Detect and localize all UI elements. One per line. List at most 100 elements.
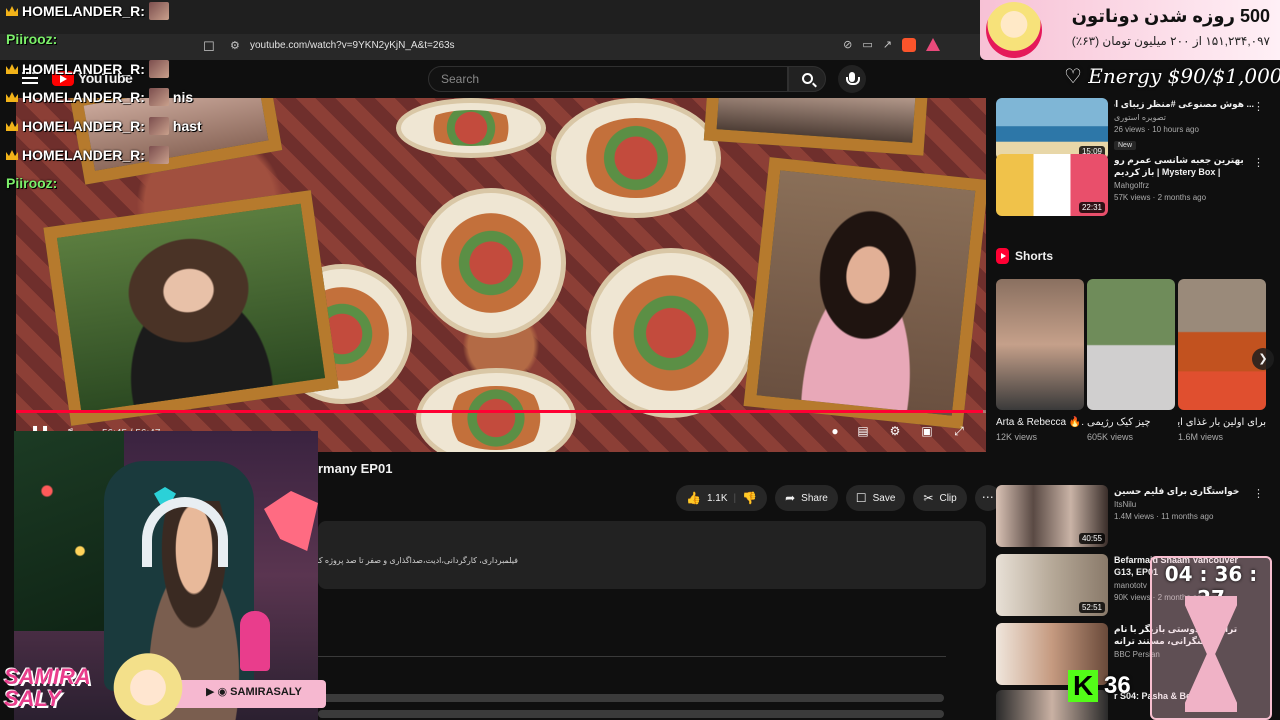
recommendation-item[interactable]: 22:31 بهترین جعبه شانسی عمرم رو باز کردی…	[996, 154, 1280, 216]
chat-username: Piirooz:	[6, 31, 58, 47]
short-thumbnail[interactable]	[1087, 279, 1175, 410]
shorts-label: Shorts	[1015, 249, 1054, 263]
rec-title[interactable]: ... هوش مصنوعی #منظر زیبای ابری ماازی	[1114, 98, 1254, 110]
emote-icon	[148, 88, 169, 106]
crown-icon	[6, 64, 18, 74]
kick-logo-icon	[1068, 670, 1098, 702]
rec-title[interactable]: خواستگاری برای فلیم حسین	[1114, 485, 1254, 497]
duration-badge: 52:51	[1078, 602, 1105, 613]
rewards-icon[interactable]	[926, 38, 940, 51]
save-button[interactable]: ☐ Save	[845, 485, 906, 511]
short-meta[interactable]: چیز کیک رژیمی 605K views	[1087, 416, 1175, 442]
share-label: Share	[801, 492, 828, 504]
chat-message: HOMELANDER_R: hast	[6, 117, 202, 135]
chat-message: Piirooz:	[6, 175, 61, 191]
autoplay-toggle-icon[interactable]: ●	[826, 424, 844, 442]
energy-goal-text: ♡ Energy $90/$1,000	[1064, 64, 1280, 88]
recommendation-item[interactable]: 15:09 ... هوش مصنوعی #منظر زیبای ابری ما…	[996, 98, 1280, 160]
short-thumbnail[interactable]	[1178, 279, 1266, 410]
like-count: 1.1K	[706, 492, 728, 504]
shorts-icon	[996, 248, 1009, 264]
scissors-icon: ✂	[923, 491, 934, 505]
divider	[318, 656, 946, 657]
stream-chat-overlay: HOMELANDER_R: Piirooz: HOMELANDER_R: HOMELA…	[0, 0, 240, 195]
rec-channel[interactable]: ItsNilu	[1114, 500, 1254, 509]
short-views: 12K views	[996, 432, 1038, 442]
duration-badge: 40:55	[1078, 533, 1105, 544]
video-thumbnail[interactable]: 22:31	[996, 154, 1108, 216]
decor-shape	[264, 491, 318, 551]
captions-icon[interactable]: ▤	[854, 424, 872, 442]
thumbs-down-icon[interactable]: 👎	[742, 491, 757, 505]
rec-channel[interactable]: Mahgolfrz	[1114, 181, 1254, 190]
kebab-menu-icon[interactable]: ⋮	[1253, 156, 1264, 169]
donation-goal-widget: 500 روزه شدن دوناتون ۱۵۱,۲۳۴,۰۹۷ از ۲۰۰ …	[980, 0, 1280, 60]
more-horizontal-icon: ⋯	[981, 490, 994, 504]
portrait-frame-right	[743, 157, 986, 429]
short-title[interactable]: برای اولین بار غذای ایرانی ...	[1178, 416, 1266, 429]
search-input[interactable]	[429, 67, 787, 91]
progress-fill	[16, 410, 984, 413]
brave-shield-icon[interactable]	[902, 38, 916, 52]
new-badge: New	[1114, 141, 1137, 150]
bookmark-save-icon: ☐	[855, 491, 867, 505]
video-thumbnail[interactable]: 15:09	[996, 98, 1108, 160]
short-thumbnail[interactable]	[996, 279, 1084, 410]
cast-icon[interactable]: ▭	[862, 38, 872, 52]
video-title: rmany EP01	[318, 461, 393, 476]
like-dislike-button[interactable]: 👍 1.1K | 👎	[676, 485, 768, 511]
chevron-right-icon[interactable]: ❯	[1252, 348, 1274, 370]
video-thumbnail[interactable]: 52:51	[996, 554, 1108, 616]
address-bar-icons: ⊘ ▭ ↗	[843, 38, 940, 52]
thumbs-up-icon: 👍	[686, 491, 701, 505]
rec-title[interactable]: بهترین جعبه شانسی عمرم رو باز کردیم | My…	[1114, 154, 1254, 178]
chat-username: HOMELANDER_R:	[22, 61, 145, 77]
chat-message: Piirooz:	[6, 31, 61, 47]
streamer-logo-text: SAMIRA SALY	[4, 666, 91, 710]
progress-bar[interactable]	[16, 410, 986, 413]
save-label: Save	[872, 492, 896, 504]
streamer-name-line1: SAMIRA	[4, 664, 91, 689]
share-button[interactable]: ➦ Share	[775, 485, 838, 511]
chat-username: HOMELANDER_R:	[22, 3, 145, 19]
recommendation-item[interactable]: 40:55 خواستگاری برای فلیم حسین ItsNilu 1…	[996, 485, 1280, 547]
chat-message: HOMELANDER_R:	[6, 146, 173, 164]
fullscreen-icon[interactable]: ⤢	[950, 424, 968, 442]
short-title[interactable]: چیز کیک رژیمی	[1087, 416, 1175, 429]
microphone-icon	[846, 72, 860, 85]
stream-timer: 04 : 36 : 27	[1150, 556, 1272, 720]
handle-text: SAMIRASALY	[230, 686, 302, 698]
food-plate	[396, 98, 546, 158]
comment-placeholder-bar	[318, 694, 944, 702]
description-box[interactable]: فیلمبرداری، کارگردانی،ادیت،صداگذاری و صف…	[314, 521, 986, 589]
video-thumbnail[interactable]: 40:55	[996, 485, 1108, 547]
settings-gear-icon[interactable]: ⚙	[886, 424, 904, 442]
clip-button[interactable]: ✂ Clip	[913, 485, 967, 511]
share-icon[interactable]: ↗	[883, 38, 892, 52]
clip-label: Clip	[939, 492, 957, 504]
rec-channel[interactable]: تصویره استوری	[1114, 113, 1254, 122]
short-views: 1.6M views	[1178, 432, 1224, 442]
kebab-menu-icon[interactable]: ⋮	[1253, 100, 1264, 113]
eye-off-icon[interactable]: ⊘	[843, 38, 852, 52]
comment-placeholder-bar	[318, 710, 944, 718]
donation-subtitle: ۱۵۱,۲۳۴,۰۹۷ از ۲۰۰ میلیون تومان (۶۳٪)	[1071, 34, 1270, 48]
food-plate	[551, 98, 721, 218]
search-icon	[802, 73, 813, 84]
chat-username: Piirooz:	[6, 175, 58, 191]
search-button[interactable]	[788, 66, 826, 92]
cartoon-avatar	[986, 2, 1042, 58]
short-meta[interactable]: برای اولین بار غذای ایرانی ... 1.6M view…	[1178, 416, 1266, 442]
voice-search-button[interactable]	[838, 65, 866, 93]
donation-title: 500 روزه شدن دوناتون	[1071, 6, 1270, 26]
chat-text: nis	[172, 89, 194, 105]
chat-username: HOMELANDER_R:	[22, 118, 145, 134]
kebab-menu-icon[interactable]: ⋮	[1253, 487, 1264, 500]
screen: ☐ ⚙ youtube.com/watch?v=9YKN2yKjN_A&t=26…	[0, 0, 1280, 720]
url-text[interactable]: youtube.com/watch?v=9YKN2yKjN_A&t=263s	[250, 40, 455, 51]
miniplayer-icon[interactable]: ▣	[918, 424, 936, 442]
short-meta[interactable]: Arta & Rebecca 🔥... 12K views	[996, 416, 1084, 442]
chat-message: HOMELANDER_R: nis	[6, 88, 193, 106]
duration-badge: 22:31	[1078, 202, 1105, 213]
short-title[interactable]: Arta & Rebecca 🔥...	[996, 416, 1084, 429]
